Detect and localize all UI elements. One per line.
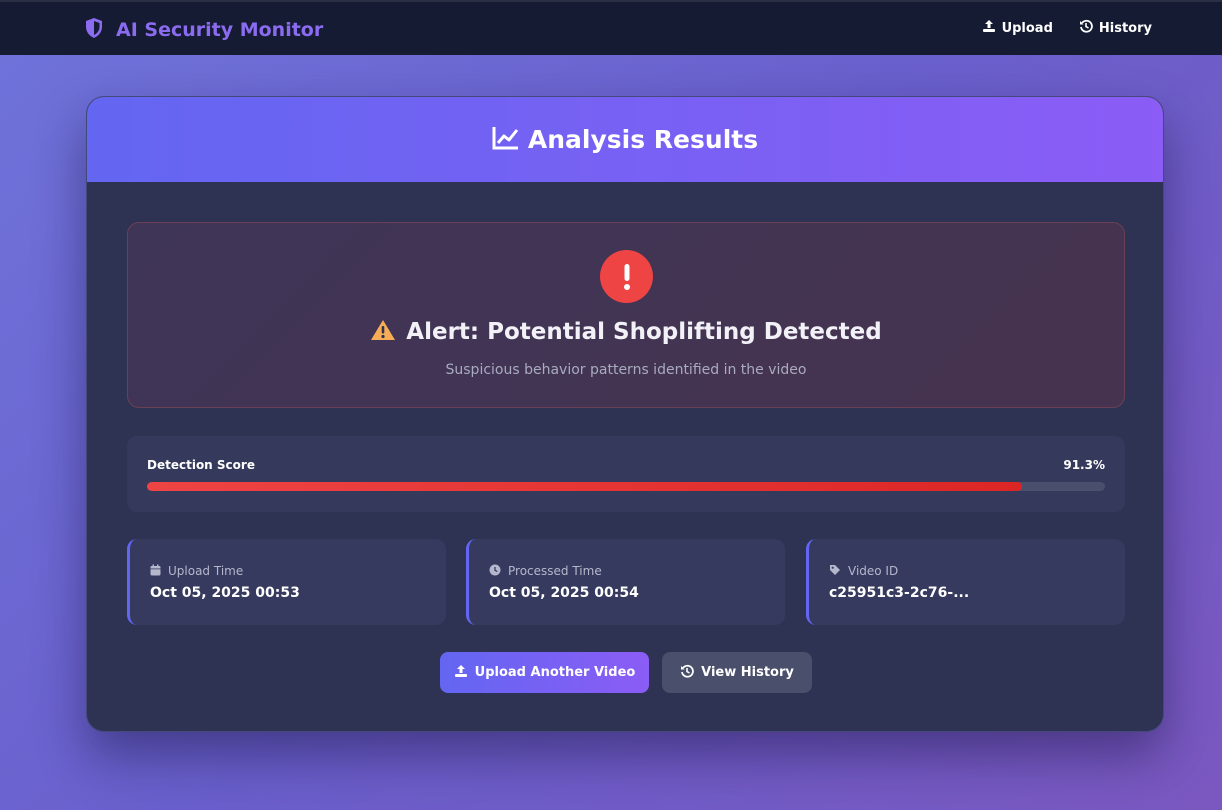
nav-history-link[interactable]: History [1079, 19, 1152, 37]
upload-icon [982, 19, 996, 37]
clock-icon [489, 561, 501, 580]
shield-icon [84, 17, 104, 43]
tag-icon [829, 561, 841, 580]
detection-score-panel: Detection Score 91.3% [127, 436, 1125, 512]
upload-another-video-label: Upload Another Video [474, 665, 636, 680]
processed-time-label-row: Processed Time [489, 561, 602, 580]
alert-subtitle: Suspicious behavior patterns identified … [445, 362, 807, 378]
video-id-label: Video ID [848, 563, 899, 578]
alert-title: Alert: Potential Shoplifting Detected [406, 319, 882, 345]
detection-score-label: Detection Score [147, 458, 255, 472]
nav-upload-label: Upload [1001, 20, 1053, 36]
results-title: Analysis Results [527, 125, 759, 154]
nav-menu: Upload History [982, 19, 1152, 37]
nav-history-label: History [1098, 20, 1152, 36]
upload-time-label: Upload Time [168, 563, 244, 578]
top-navbar: AI Security Monitor Upload History [0, 0, 1222, 55]
chart-line-icon [492, 125, 520, 155]
results-header: Analysis Results [87, 97, 1163, 182]
video-id-value: c25951c3-2c76-... [829, 585, 970, 601]
upload-time-value: Oct 05, 2025 00:53 [150, 585, 300, 601]
upload-icon [454, 664, 468, 682]
upload-time-label-row: Upload Time [150, 561, 243, 580]
warning-icon [370, 319, 396, 345]
alert-panel: Alert: Potential Shoplifting Detected Su… [127, 222, 1125, 408]
nav-upload-link[interactable]: Upload [982, 19, 1053, 37]
detection-score-bar [147, 482, 1105, 491]
app-title: AI Security Monitor [116, 19, 324, 41]
results-card: Analysis Results Alert: Potential Shopli… [86, 96, 1164, 732]
processed-time-value: Oct 05, 2025 00:54 [489, 585, 639, 601]
history-icon [1079, 19, 1093, 37]
alert-title-row: Alert: Potential Shoplifting Detected [128, 319, 1124, 345]
detection-score-value: 91.3% [1063, 458, 1105, 472]
upload-time-card: Upload Time Oct 05, 2025 00:53 [127, 539, 446, 625]
history-icon [680, 664, 694, 682]
processed-time-label: Processed Time [508, 563, 602, 578]
detection-score-fill [147, 482, 1022, 491]
brand[interactable]: AI Security Monitor [84, 17, 323, 43]
upload-another-video-button[interactable]: Upload Another Video [440, 652, 649, 693]
video-id-label-row: Video ID [829, 561, 898, 580]
exclamation-icon [600, 250, 653, 303]
view-history-button[interactable]: View History [662, 652, 812, 693]
video-id-card: Video ID c25951c3-2c76-... [806, 539, 1125, 625]
processed-time-card: Processed Time Oct 05, 2025 00:54 [466, 539, 785, 625]
calendar-icon [150, 561, 161, 580]
view-history-label: View History [701, 665, 794, 680]
